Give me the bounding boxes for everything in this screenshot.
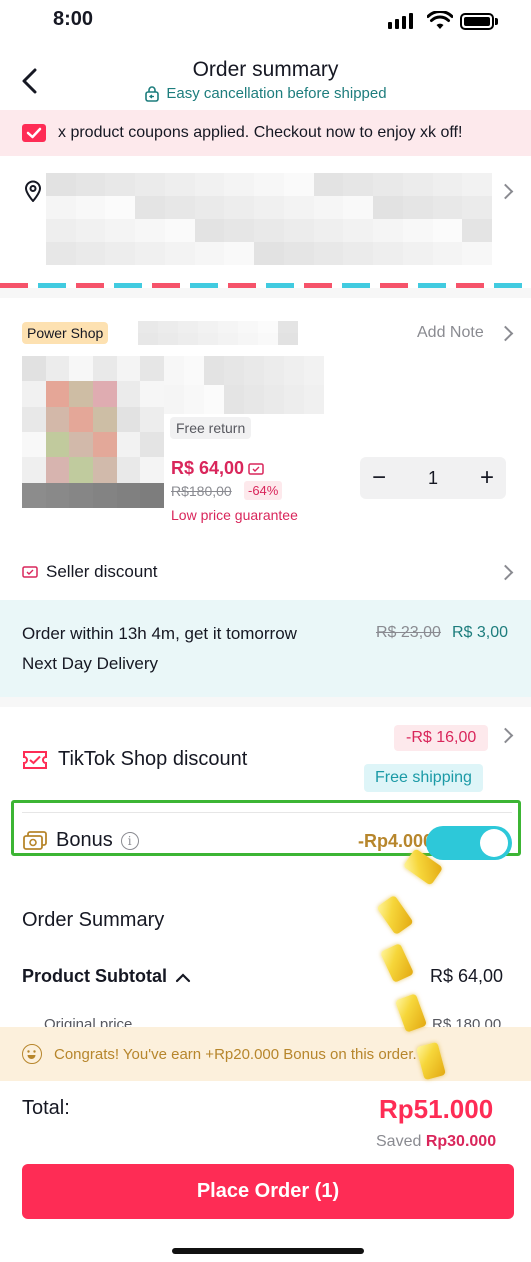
- seller-discount-label: Seller discount: [46, 562, 158, 581]
- section-gap: [0, 288, 531, 298]
- section-gap: [0, 697, 531, 707]
- original-price: R$180,00: [171, 483, 232, 499]
- address-redacted[interactable]: [46, 173, 492, 265]
- chevron-up-icon: [175, 972, 191, 982]
- delivery-new-price: R$ 3,00: [452, 624, 509, 641]
- coupon-banner[interactable]: x product coupons applied. Checkout now …: [0, 110, 531, 156]
- discount-badge: -64%: [244, 481, 283, 500]
- bonus-value: -Rp4.000: [358, 831, 434, 851]
- toggle-knob: [480, 829, 508, 857]
- bonus-congrats-banner: Congrats! You've earn +Rp20.000 Bonus on…: [0, 1027, 531, 1081]
- quantity-stepper: − 1 +: [360, 457, 506, 499]
- tiktok-discount-amount: -R$ 16,00: [394, 725, 489, 751]
- bonus-money-icon: [23, 830, 47, 850]
- congrats-text: Congrats! You've earn +Rp20.000 Bonus on…: [54, 1045, 417, 1063]
- free-return-badge: Free return: [170, 417, 252, 439]
- subtotal-value: R$ 64,00: [430, 966, 504, 986]
- order-summary-title: Order Summary: [22, 909, 165, 931]
- battery-icon: [460, 13, 494, 30]
- chevron-right-icon[interactable]: [497, 564, 514, 581]
- total-value: Rp51.000: [379, 1094, 494, 1124]
- bonus-divider: [22, 812, 512, 813]
- chevron-right-icon[interactable]: [497, 183, 514, 200]
- increase-button[interactable]: +: [480, 466, 494, 490]
- smile-icon: [22, 1044, 42, 1064]
- free-shipping-badge: Free shipping: [364, 764, 483, 792]
- lock-icon: [145, 85, 160, 102]
- price-value: R$ 64,00: [171, 458, 245, 478]
- low-price-guarantee: Low price guarantee: [171, 507, 298, 523]
- bonus-toggle[interactable]: [426, 826, 512, 860]
- add-note-link[interactable]: Add Note: [417, 324, 484, 342]
- decrease-button[interactable]: −: [372, 466, 386, 490]
- product-image[interactable]: [22, 356, 164, 508]
- gold-bar-icon: [379, 942, 415, 984]
- battery-tip: [495, 18, 498, 25]
- coupon-text: x product coupons applied. Checkout now …: [58, 124, 463, 141]
- total-label: Total:: [22, 1097, 70, 1119]
- status-time: 8:00: [53, 8, 94, 30]
- cancellation-note: Easy cancellation before shipped: [0, 85, 531, 102]
- delivery-section[interactable]: [0, 600, 531, 697]
- chevron-right-icon[interactable]: [497, 727, 514, 744]
- delivery-headline: Order within 13h 4m, get it tomorrow: [22, 624, 297, 643]
- page-title: Order summary: [192, 58, 339, 81]
- bonus-label: Bonus: [56, 829, 113, 851]
- location-pin-icon: [24, 180, 42, 202]
- ticket-icon: [22, 566, 38, 578]
- wifi-icon: [427, 11, 453, 29]
- gold-bar-icon: [376, 894, 414, 936]
- tiktok-discount-icon: [23, 750, 47, 769]
- product-title-redacted: [164, 356, 324, 414]
- saved-amount: Saved Rp30.000: [376, 1133, 496, 1151]
- shop-name-redacted: [138, 321, 298, 345]
- seller-discount-row[interactable]: Seller discount: [22, 562, 158, 582]
- delivery-old-price: R$ 23,00: [376, 624, 441, 641]
- saved-label: Saved: [376, 1133, 422, 1150]
- subtotal-label: Product Subtotal: [22, 966, 167, 986]
- chevron-right-icon[interactable]: [497, 325, 514, 342]
- coupon-check-icon: [22, 124, 46, 142]
- product-price: R$ 64,00: [171, 458, 264, 479]
- power-shop-badge: Power Shop: [22, 322, 109, 344]
- place-order-button[interactable]: Place Order (1): [22, 1164, 514, 1219]
- signal-icon: [388, 13, 413, 29]
- home-indicator: [172, 1248, 364, 1254]
- product-subtotal-row[interactable]: Product Subtotal: [22, 966, 191, 987]
- saved-value: Rp30.000: [425, 1133, 497, 1150]
- tiktok-discount-row[interactable]: TikTok Shop discount: [22, 748, 247, 771]
- info-icon[interactable]: i: [120, 831, 139, 850]
- delivery-type: Next Day Delivery: [22, 654, 159, 673]
- ticket-icon: [248, 462, 264, 475]
- quantity-value: 1: [427, 467, 438, 488]
- cancellation-text: Easy cancellation before shipped: [166, 85, 387, 102]
- tiktok-discount-label: TikTok Shop discount: [58, 748, 248, 770]
- bonus-row: Bonus i: [22, 829, 139, 852]
